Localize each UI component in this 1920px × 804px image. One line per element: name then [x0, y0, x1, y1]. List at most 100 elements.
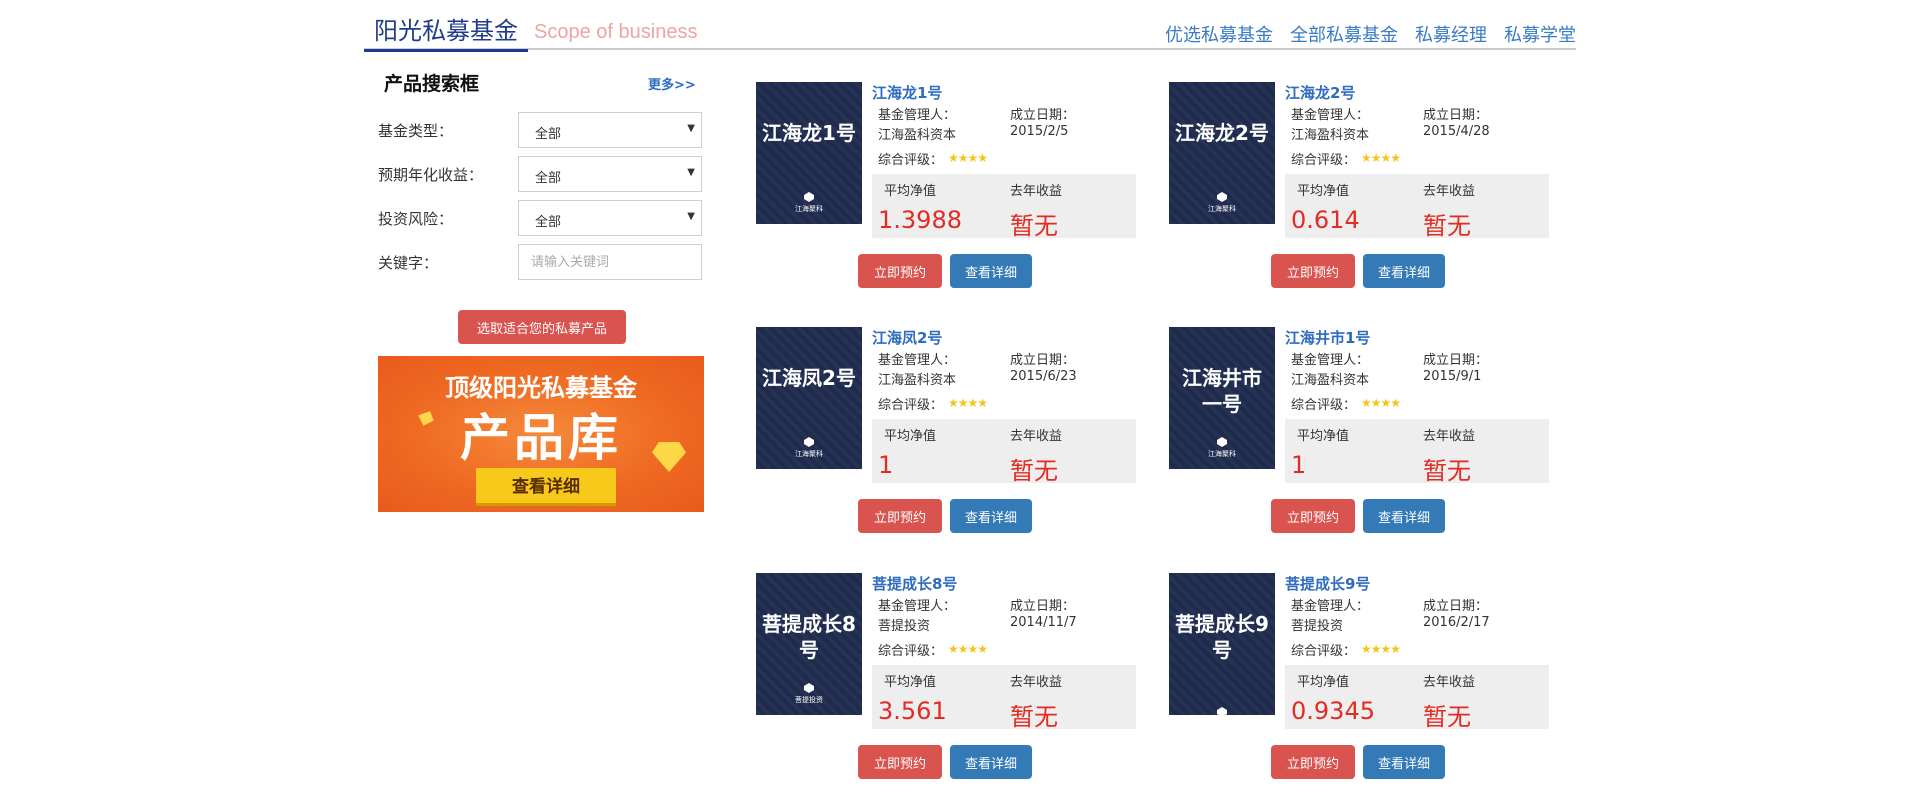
site-header: 阳光私募基金 Scope of business 优选私募基金 全部私募基金 私… — [364, 16, 1576, 52]
banner-detail-button[interactable]: 查看详细 — [476, 468, 616, 506]
brand-subtitle: Scope of business — [534, 21, 698, 43]
company-logo-icon — [804, 683, 814, 693]
manager-value: 江海盈科资本 — [878, 373, 957, 388]
company-logo-icon — [1217, 707, 1227, 715]
product-name-link[interactable]: 菩提成长8号 — [872, 573, 957, 594]
manager-value: 菩提投资 — [1291, 619, 1344, 634]
nav-fund-managers[interactable]: 私募经理 — [1415, 21, 1487, 47]
cover-logo-text: 江海聚科 — [795, 205, 823, 213]
performance-panel: 平均净值 去年收益 1 暂无 — [1285, 419, 1549, 485]
cover-title: 江海井市一号 — [1182, 366, 1262, 416]
last-year-value: 暂无 — [1010, 703, 1058, 731]
cover-logo-text: 江海聚科 — [1208, 205, 1236, 213]
product-cover-image[interactable]: 江海龙2号 江海聚科 — [1169, 82, 1275, 224]
reserve-button[interactable]: 立即预约 — [858, 499, 942, 533]
product-cover-image[interactable]: 江海龙1号 江海聚科 — [756, 82, 862, 224]
reserve-button[interactable]: 立即预约 — [1271, 499, 1355, 533]
top-nav: 优选私募基金 全部私募基金 私募经理 私募学堂 — [1165, 21, 1576, 47]
filter-products-button[interactable]: 选取适合您的私募产品 — [458, 310, 626, 344]
risk-select[interactable]: 全部 ▼ — [518, 200, 702, 236]
nav-featured-funds[interactable]: 优选私募基金 — [1165, 21, 1273, 47]
rating-stars-icon: ★★★★ — [948, 642, 988, 656]
cover-title: 江海凤2号 — [762, 366, 856, 390]
risk-label: 投资风险： — [378, 210, 454, 228]
cover-logo: 菩提投资 — [756, 683, 862, 705]
reserve-button[interactable]: 立即预约 — [858, 254, 942, 288]
rating-label: 综合评级： — [1291, 153, 1357, 168]
product-name-link[interactable]: 菩提成长9号 — [1285, 573, 1370, 594]
rating-label: 综合评级： — [1291, 398, 1357, 413]
manager-label: 基金管理人： — [878, 599, 957, 614]
avg-nav-label: 平均净值 — [1297, 429, 1350, 444]
reserve-button[interactable]: 立即预约 — [1271, 745, 1355, 779]
last-year-label: 去年收益 — [1010, 675, 1063, 690]
cover-title: 菩提成长9号 — [1175, 612, 1269, 662]
view-detail-button[interactable]: 查看详细 — [950, 254, 1032, 288]
fund-type-select[interactable]: 全部 ▼ — [518, 112, 702, 148]
cover-title: 江海龙2号 — [1175, 121, 1269, 145]
risk-value: 全部 — [535, 215, 562, 230]
reserve-button[interactable]: 立即预约 — [1271, 254, 1355, 288]
avg-nav-value: 3.561 — [878, 697, 947, 725]
performance-panel: 平均净值 去年收益 1.3988 暂无 — [872, 174, 1136, 240]
view-detail-button[interactable]: 查看详细 — [1363, 254, 1445, 288]
avg-nav-label: 平均净值 — [1297, 675, 1350, 690]
company-logo-icon — [1217, 437, 1227, 447]
product-cover-image[interactable]: 江海凤2号 江海聚科 — [756, 327, 862, 469]
product-card: 菩提成长8号 菩提投资 菩提成长8号 基金管理人： 菩提投资 成立日期： 201… — [756, 573, 1136, 788]
date-value: 2016/2/17 — [1423, 615, 1490, 630]
product-library-banner[interactable]: 顶级阳光私募基金 产品库 查看详细 — [378, 356, 704, 512]
date-label: 成立日期： — [1423, 599, 1489, 614]
product-name-link[interactable]: 江海龙1号 — [872, 82, 942, 103]
date-value: 2014/11/7 — [1010, 615, 1077, 630]
last-year-label: 去年收益 — [1423, 429, 1476, 444]
avg-nav-value: 1 — [1291, 451, 1307, 479]
keyword-input[interactable] — [518, 244, 702, 280]
product-card: 江海凤2号 江海聚科 江海凤2号 基金管理人： 江海盈科资本 成立日期： 201… — [756, 327, 1136, 542]
cover-title: 江海龙1号 — [762, 121, 856, 145]
rating-label: 综合评级： — [878, 644, 944, 659]
cover-logo-text: 江海聚科 — [795, 450, 823, 458]
manager-value: 江海盈科资本 — [878, 128, 957, 143]
product-name-link[interactable]: 江海凤2号 — [872, 327, 942, 348]
company-logo-icon — [804, 192, 814, 202]
manager-value: 江海盈科资本 — [1291, 373, 1370, 388]
rating-label: 综合评级： — [878, 398, 944, 413]
cover-logo-text: 江海聚科 — [1208, 450, 1236, 458]
yield-row: 预期年化收益： 全部 ▼ — [378, 156, 704, 192]
last-year-value: 暂无 — [1010, 457, 1058, 485]
product-cover-image[interactable]: 菩提成长9号 — [1169, 573, 1275, 715]
avg-nav-label: 平均净值 — [884, 184, 937, 199]
rating-stars-icon: ★★★★ — [1361, 151, 1401, 165]
more-link[interactable]: 更多>> — [648, 74, 696, 93]
cover-logo — [1169, 707, 1275, 715]
product-card: 江海井市一号 江海聚科 江海井市1号 基金管理人： 江海盈科资本 成立日期： 2… — [1169, 327, 1549, 542]
date-label: 成立日期： — [1423, 353, 1489, 368]
product-card: 江海龙2号 江海聚科 江海龙2号 基金管理人： 江海盈科资本 成立日期： 201… — [1169, 82, 1549, 297]
product-cover-image[interactable]: 江海井市一号 江海聚科 — [1169, 327, 1275, 469]
nav-all-funds[interactable]: 全部私募基金 — [1290, 21, 1398, 47]
rating-label: 综合评级： — [878, 153, 944, 168]
product-name-link[interactable]: 江海龙2号 — [1285, 82, 1355, 103]
brand-title[interactable]: 阳光私募基金 — [364, 17, 528, 52]
view-detail-button[interactable]: 查看详细 — [1363, 499, 1445, 533]
nav-academy[interactable]: 私募学堂 — [1504, 21, 1576, 47]
view-detail-button[interactable]: 查看详细 — [1363, 745, 1445, 779]
yield-select[interactable]: 全部 ▼ — [518, 156, 702, 192]
company-logo-icon — [1217, 192, 1227, 202]
date-value: 2015/2/5 — [1010, 124, 1069, 139]
fund-type-row: 基金类型： 全部 ▼ — [378, 112, 704, 148]
cover-logo: 江海聚科 — [1169, 192, 1275, 214]
avg-nav-label: 平均净值 — [1297, 184, 1350, 199]
product-name-link[interactable]: 江海井市1号 — [1285, 327, 1370, 348]
product-cover-image[interactable]: 菩提成长8号 菩提投资 — [756, 573, 862, 715]
view-detail-button[interactable]: 查看详细 — [950, 499, 1032, 533]
performance-panel: 平均净值 去年收益 0.9345 暂无 — [1285, 665, 1549, 731]
performance-panel: 平均净值 去年收益 3.561 暂无 — [872, 665, 1136, 731]
reserve-button[interactable]: 立即预约 — [858, 745, 942, 779]
view-detail-button[interactable]: 查看详细 — [950, 745, 1032, 779]
search-sidebar: 产品搜索框 更多>> 基金类型： 全部 ▼ 预期年化收益： 全部 ▼ 投资风险：… — [378, 64, 704, 512]
search-title: 产品搜索框 — [384, 73, 480, 95]
last-year-label: 去年收益 — [1423, 675, 1476, 690]
fund-type-value: 全部 — [535, 127, 562, 142]
